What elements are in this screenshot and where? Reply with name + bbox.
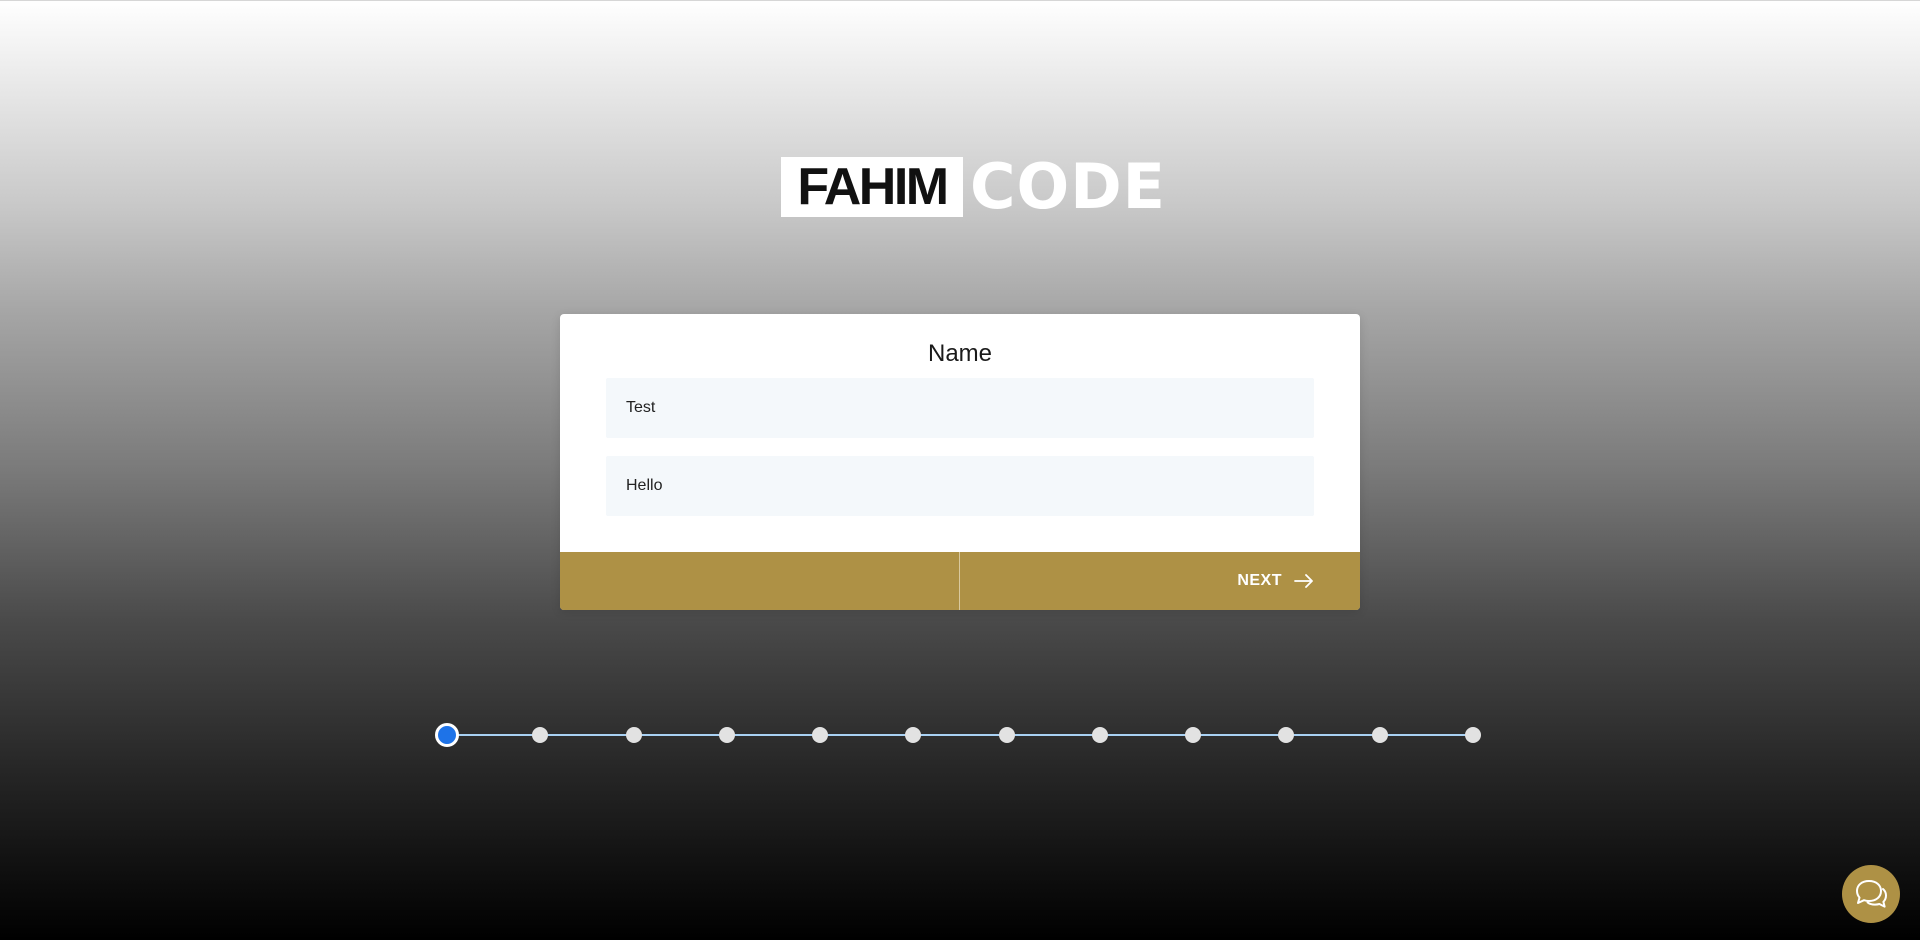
form-card: Name NEXT [560, 314, 1360, 610]
form-footer: NEXT [560, 552, 1360, 610]
logo-code-text: CODE [970, 150, 1167, 223]
chat-bubbles-icon [1853, 878, 1889, 910]
step-dot[interactable] [435, 723, 459, 747]
step-dot[interactable] [1278, 727, 1295, 743]
next-label: NEXT [1237, 572, 1282, 589]
step-dot[interactable] [1091, 727, 1108, 743]
logo: FAHIM CODE [781, 150, 1167, 223]
progress-stepper [435, 723, 1481, 747]
next-button[interactable]: NEXT [960, 552, 1360, 610]
second-name-input[interactable] [606, 456, 1314, 516]
first-name-input[interactable] [606, 378, 1314, 438]
logo-box: FAHIM [781, 157, 963, 217]
logo-box-text: FAHIM [797, 158, 949, 216]
arrow-right-icon [1294, 574, 1314, 588]
step-dot[interactable] [718, 727, 735, 743]
step-dot[interactable] [1185, 727, 1202, 743]
step-dot[interactable] [905, 727, 922, 743]
step-dot[interactable] [812, 727, 829, 743]
back-area [560, 552, 960, 610]
chat-button[interactable] [1842, 865, 1900, 923]
step-dot[interactable] [532, 727, 549, 743]
step-dot[interactable] [1371, 727, 1388, 743]
top-border [0, 0, 1920, 1]
form-title: Name [927, 340, 993, 367]
step-dot[interactable] [998, 727, 1015, 743]
step-dot[interactable] [1465, 727, 1481, 743]
stepper-line [447, 734, 1473, 736]
step-dot[interactable] [625, 727, 642, 743]
